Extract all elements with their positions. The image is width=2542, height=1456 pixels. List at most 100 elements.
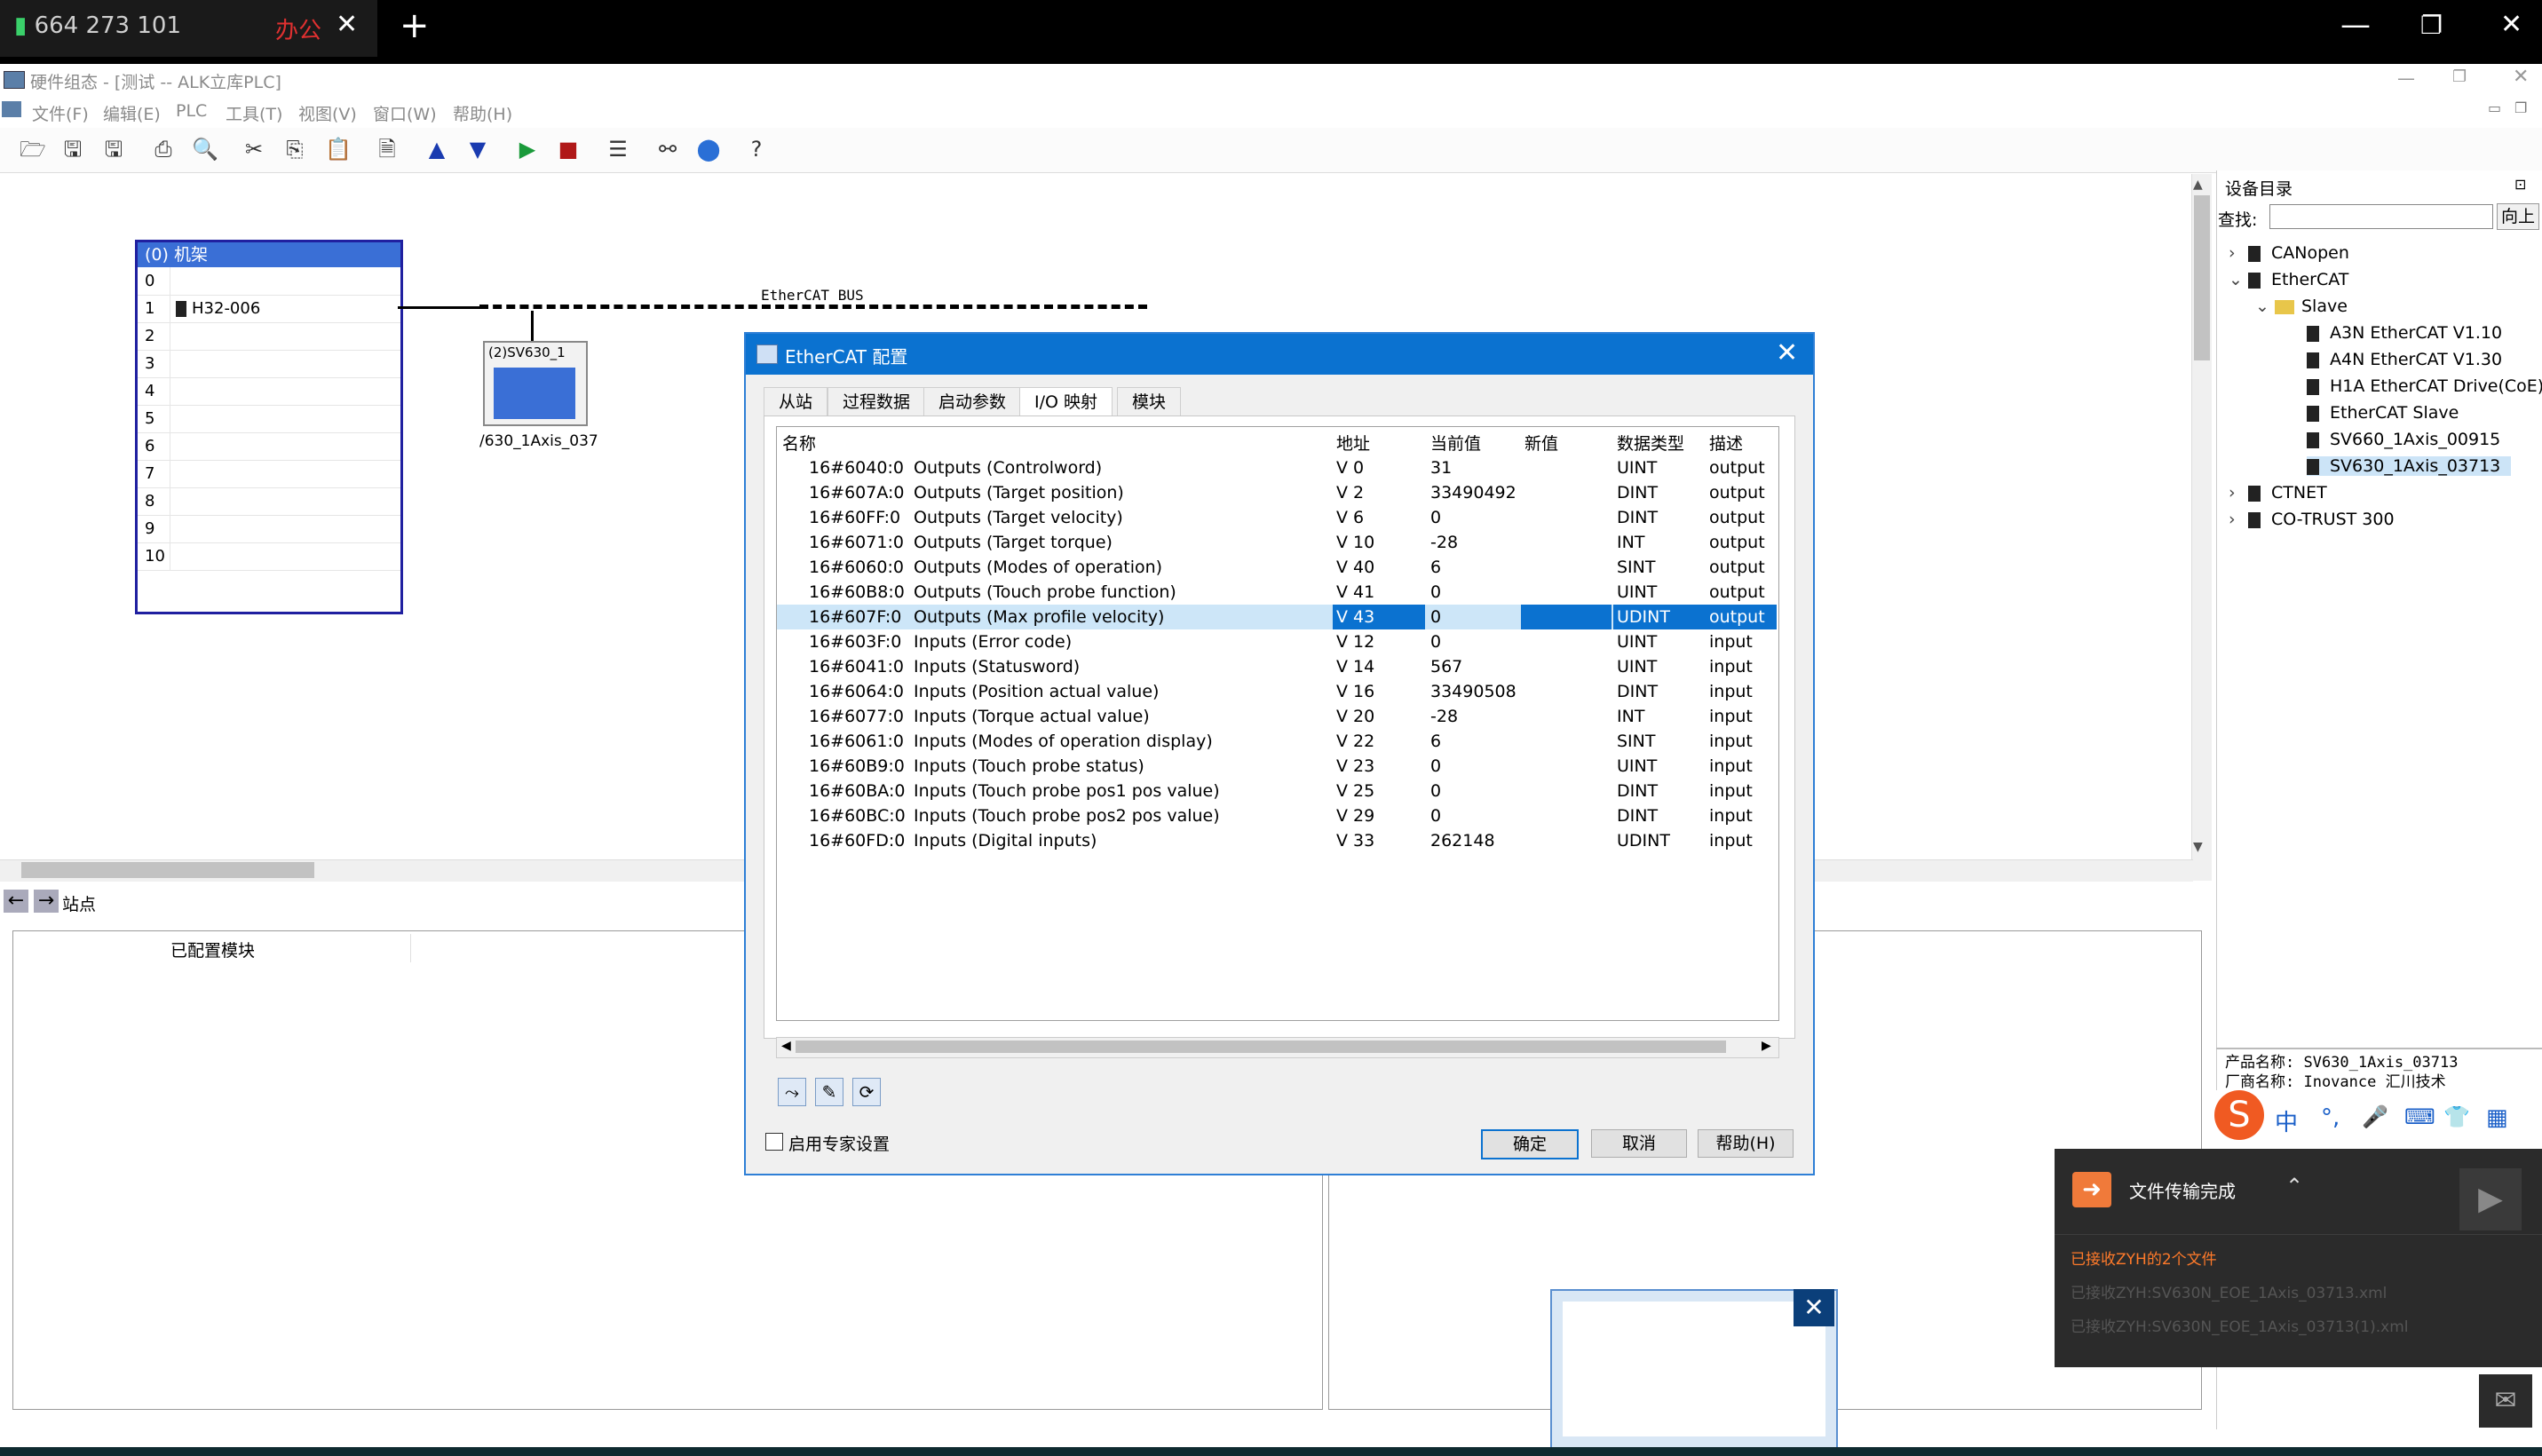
- save-icon[interactable]: 🖫: [60, 137, 85, 162]
- table-row[interactable]: 16#6064:0 Inputs (Position actual value) V…: [777, 679, 1777, 704]
- tree-item-ethercat[interactable]: ⌄ EtherCAT: [2229, 270, 2348, 289]
- rack-slot[interactable]: 0: [138, 267, 400, 296]
- expand-icon[interactable]: ›: [2229, 510, 2248, 529]
- connect-icon[interactable]: ⚯: [655, 137, 680, 162]
- app-close-icon[interactable]: ✕: [2513, 66, 2529, 88]
- menu-help[interactable]: 帮助(H): [453, 101, 512, 125]
- notification-file[interactable]: 已接收ZYH:SV630N_EOE_1Axis_03713(1).xml: [2071, 1314, 2408, 1336]
- tab-startup-params[interactable]: 启动参数: [923, 387, 1022, 416]
- rack-slot[interactable]: 7: [138, 460, 400, 488]
- close-button[interactable]: ✕: [2500, 9, 2522, 40]
- status-chart-icon[interactable]: ☰: [606, 137, 630, 162]
- catalog-up-button[interactable]: 向上: [2497, 203, 2539, 230]
- rack-slot[interactable]: 4: [138, 377, 400, 406]
- ok-button[interactable]: 确定: [1481, 1129, 1579, 1159]
- rack-slot[interactable]: 2: [138, 322, 400, 351]
- table-row[interactable]: 16#6061:0 Inputs (Modes of operation disp…: [777, 729, 1777, 754]
- tree-item-device[interactable]: EtherCAT Slave: [2307, 403, 2459, 423]
- table-row[interactable]: 16#6040:0 Outputs (Controlword) V 0 31 UINT o…: [777, 455, 1777, 480]
- app-minimize-icon[interactable]: —: [2397, 67, 2415, 89]
- forward-arrow-icon[interactable]: →: [34, 890, 59, 913]
- copy-icon[interactable]: ⎘: [282, 137, 307, 162]
- vertical-scroll-thumb[interactable]: [2194, 195, 2210, 360]
- cancel-button[interactable]: 取消: [1591, 1129, 1687, 1158]
- table-scroll-left-icon[interactable]: ◀: [781, 1039, 791, 1053]
- scroll-up-icon[interactable]: ▲: [2193, 178, 2203, 192]
- dialog-close-button[interactable]: ✕: [1776, 337, 1798, 368]
- column-header-address[interactable]: 地址: [1336, 431, 1370, 455]
- table-row[interactable]: 16#60BC:0 Inputs (Touch probe pos2 pos va…: [777, 803, 1777, 828]
- print-icon[interactable]: ⎙: [151, 137, 176, 162]
- thumbnail-close-button[interactable]: ✕: [1794, 1289, 1834, 1326]
- column-header-current-value[interactable]: 当前值: [1430, 431, 1481, 455]
- tree-item-device-selected[interactable]: SV630_1Axis_03713: [2307, 456, 2512, 476]
- expert-setting-checkbox[interactable]: [765, 1133, 783, 1151]
- mdi-minimize-icon[interactable]: ▭: [2488, 99, 2501, 116]
- tab-slave[interactable]: 从站: [764, 387, 828, 416]
- tree-item-device[interactable]: A3N EtherCAT V1.10: [2307, 323, 2502, 343]
- table-row[interactable]: 16#6077:0 Inputs (Torque actual value) V 2…: [777, 704, 1777, 729]
- notification-file[interactable]: 已接收ZYH:SV630N_EOE_1Axis_03713.xml: [2071, 1280, 2387, 1302]
- menu-edit[interactable]: 编辑(E): [103, 101, 161, 125]
- ime-voice-icon[interactable]: 🎤: [2362, 1104, 2388, 1129]
- new-tab-button[interactable]: +: [400, 5, 430, 46]
- tree-item-co-trust[interactable]: › CO-TRUST 300: [2229, 510, 2395, 529]
- rack-slot[interactable]: 3: [138, 350, 400, 378]
- taskbar-tab[interactable]: ▮ 664 273 101 办公 ✕: [0, 0, 377, 57]
- menu-file[interactable]: 文件(F): [32, 101, 89, 125]
- upload-icon[interactable]: ▲: [424, 137, 449, 162]
- ethercat-bus-line[interactable]: [479, 305, 1147, 313]
- minimize-button[interactable]: —: [2340, 7, 2371, 43]
- collapse-icon[interactable]: ⌄: [2255, 297, 2275, 316]
- catalog-pin-icon[interactable]: ⊡: [2514, 176, 2526, 193]
- rack-slot[interactable]: 5: [138, 405, 400, 433]
- mdi-restore-icon[interactable]: ❐: [2514, 99, 2527, 116]
- ime-chinese-mode[interactable]: 中: [2275, 1104, 2298, 1137]
- auto-map-icon[interactable]: ⤳: [778, 1078, 806, 1106]
- ime-keyboard-icon[interactable]: ⌨: [2404, 1104, 2435, 1129]
- table-scroll-thumb[interactable]: [796, 1041, 1726, 1053]
- expand-icon[interactable]: ›: [2229, 243, 2248, 263]
- paste-icon[interactable]: 📋: [325, 137, 352, 162]
- refresh-map-icon[interactable]: ⟳: [852, 1078, 881, 1106]
- table-row[interactable]: 16#60B8:0 Outputs (Touch probe function) V…: [777, 580, 1777, 605]
- cut-icon[interactable]: ✂: [242, 137, 266, 162]
- menu-window[interactable]: 窗口(W): [373, 101, 437, 125]
- servo-device[interactable]: (2)SV630_1: [483, 341, 588, 426]
- table-row[interactable]: 16#60FF:0 Outputs (Target velocity) V 6 0 DI…: [777, 505, 1777, 530]
- collapse-up-icon[interactable]: ⌃: [2285, 1174, 2303, 1199]
- run-icon[interactable]: ▶: [515, 137, 540, 162]
- context-help-icon[interactable]: ?: [744, 137, 769, 162]
- ime-skin-icon[interactable]: 👕: [2443, 1104, 2470, 1129]
- collapse-icon[interactable]: ⌄: [2229, 270, 2248, 289]
- sogou-ime-icon[interactable]: S: [2214, 1090, 2264, 1140]
- menu-tools[interactable]: 工具(T): [226, 101, 282, 125]
- scroll-down-icon[interactable]: ▼: [2193, 840, 2203, 854]
- tree-item-slave[interactable]: ⌄ Slave: [2255, 297, 2348, 316]
- tree-item-device[interactable]: H1A EtherCAT Drive(CoE): [2307, 376, 2542, 396]
- expand-icon[interactable]: ›: [2229, 483, 2248, 502]
- rack-slot[interactable]: 6: [138, 432, 400, 461]
- menu-plc[interactable]: PLC: [176, 101, 207, 121]
- video-call-icon[interactable]: ▶: [2459, 1168, 2522, 1230]
- column-header-name[interactable]: 名称: [782, 431, 816, 455]
- column-header-new-value[interactable]: 新值: [1524, 431, 1558, 455]
- edit-map-icon[interactable]: ✎: [815, 1078, 843, 1106]
- table-row-selected[interactable]: 16#607F:0 Outputs (Max profile velocity) V…: [777, 605, 1777, 629]
- tab-close-button[interactable]: ✕: [336, 9, 358, 40]
- network-icon[interactable]: ⬤: [696, 137, 721, 162]
- chat-icon[interactable]: ✉: [2479, 1374, 2532, 1428]
- app-restore-icon[interactable]: ❐: [2452, 67, 2467, 86]
- maximize-button[interactable]: ❐: [2420, 11, 2443, 40]
- save-all-icon[interactable]: 🖫: [101, 137, 126, 162]
- tree-item-device[interactable]: SV660_1Axis_00915: [2307, 430, 2500, 449]
- table-row[interactable]: 16#6071:0 Outputs (Target torque) V 10 -28 I…: [777, 530, 1777, 555]
- table-row[interactable]: 16#60FD:0 Inputs (Digital inputs) V 33 2621…: [777, 828, 1777, 853]
- table-row[interactable]: 16#603F:0 Inputs (Error code) V 12 0 UINT inp…: [777, 629, 1777, 654]
- tree-item-device[interactable]: A4N EtherCAT V1.30: [2307, 350, 2502, 369]
- rack-slot[interactable]: 10: [138, 542, 400, 571]
- tab-process-data[interactable]: 过程数据: [828, 387, 926, 416]
- compile-icon[interactable]: 🗎: [375, 137, 400, 162]
- ime-punctuation-icon[interactable]: °,: [2321, 1104, 2340, 1131]
- stop-icon[interactable]: ■: [556, 137, 581, 162]
